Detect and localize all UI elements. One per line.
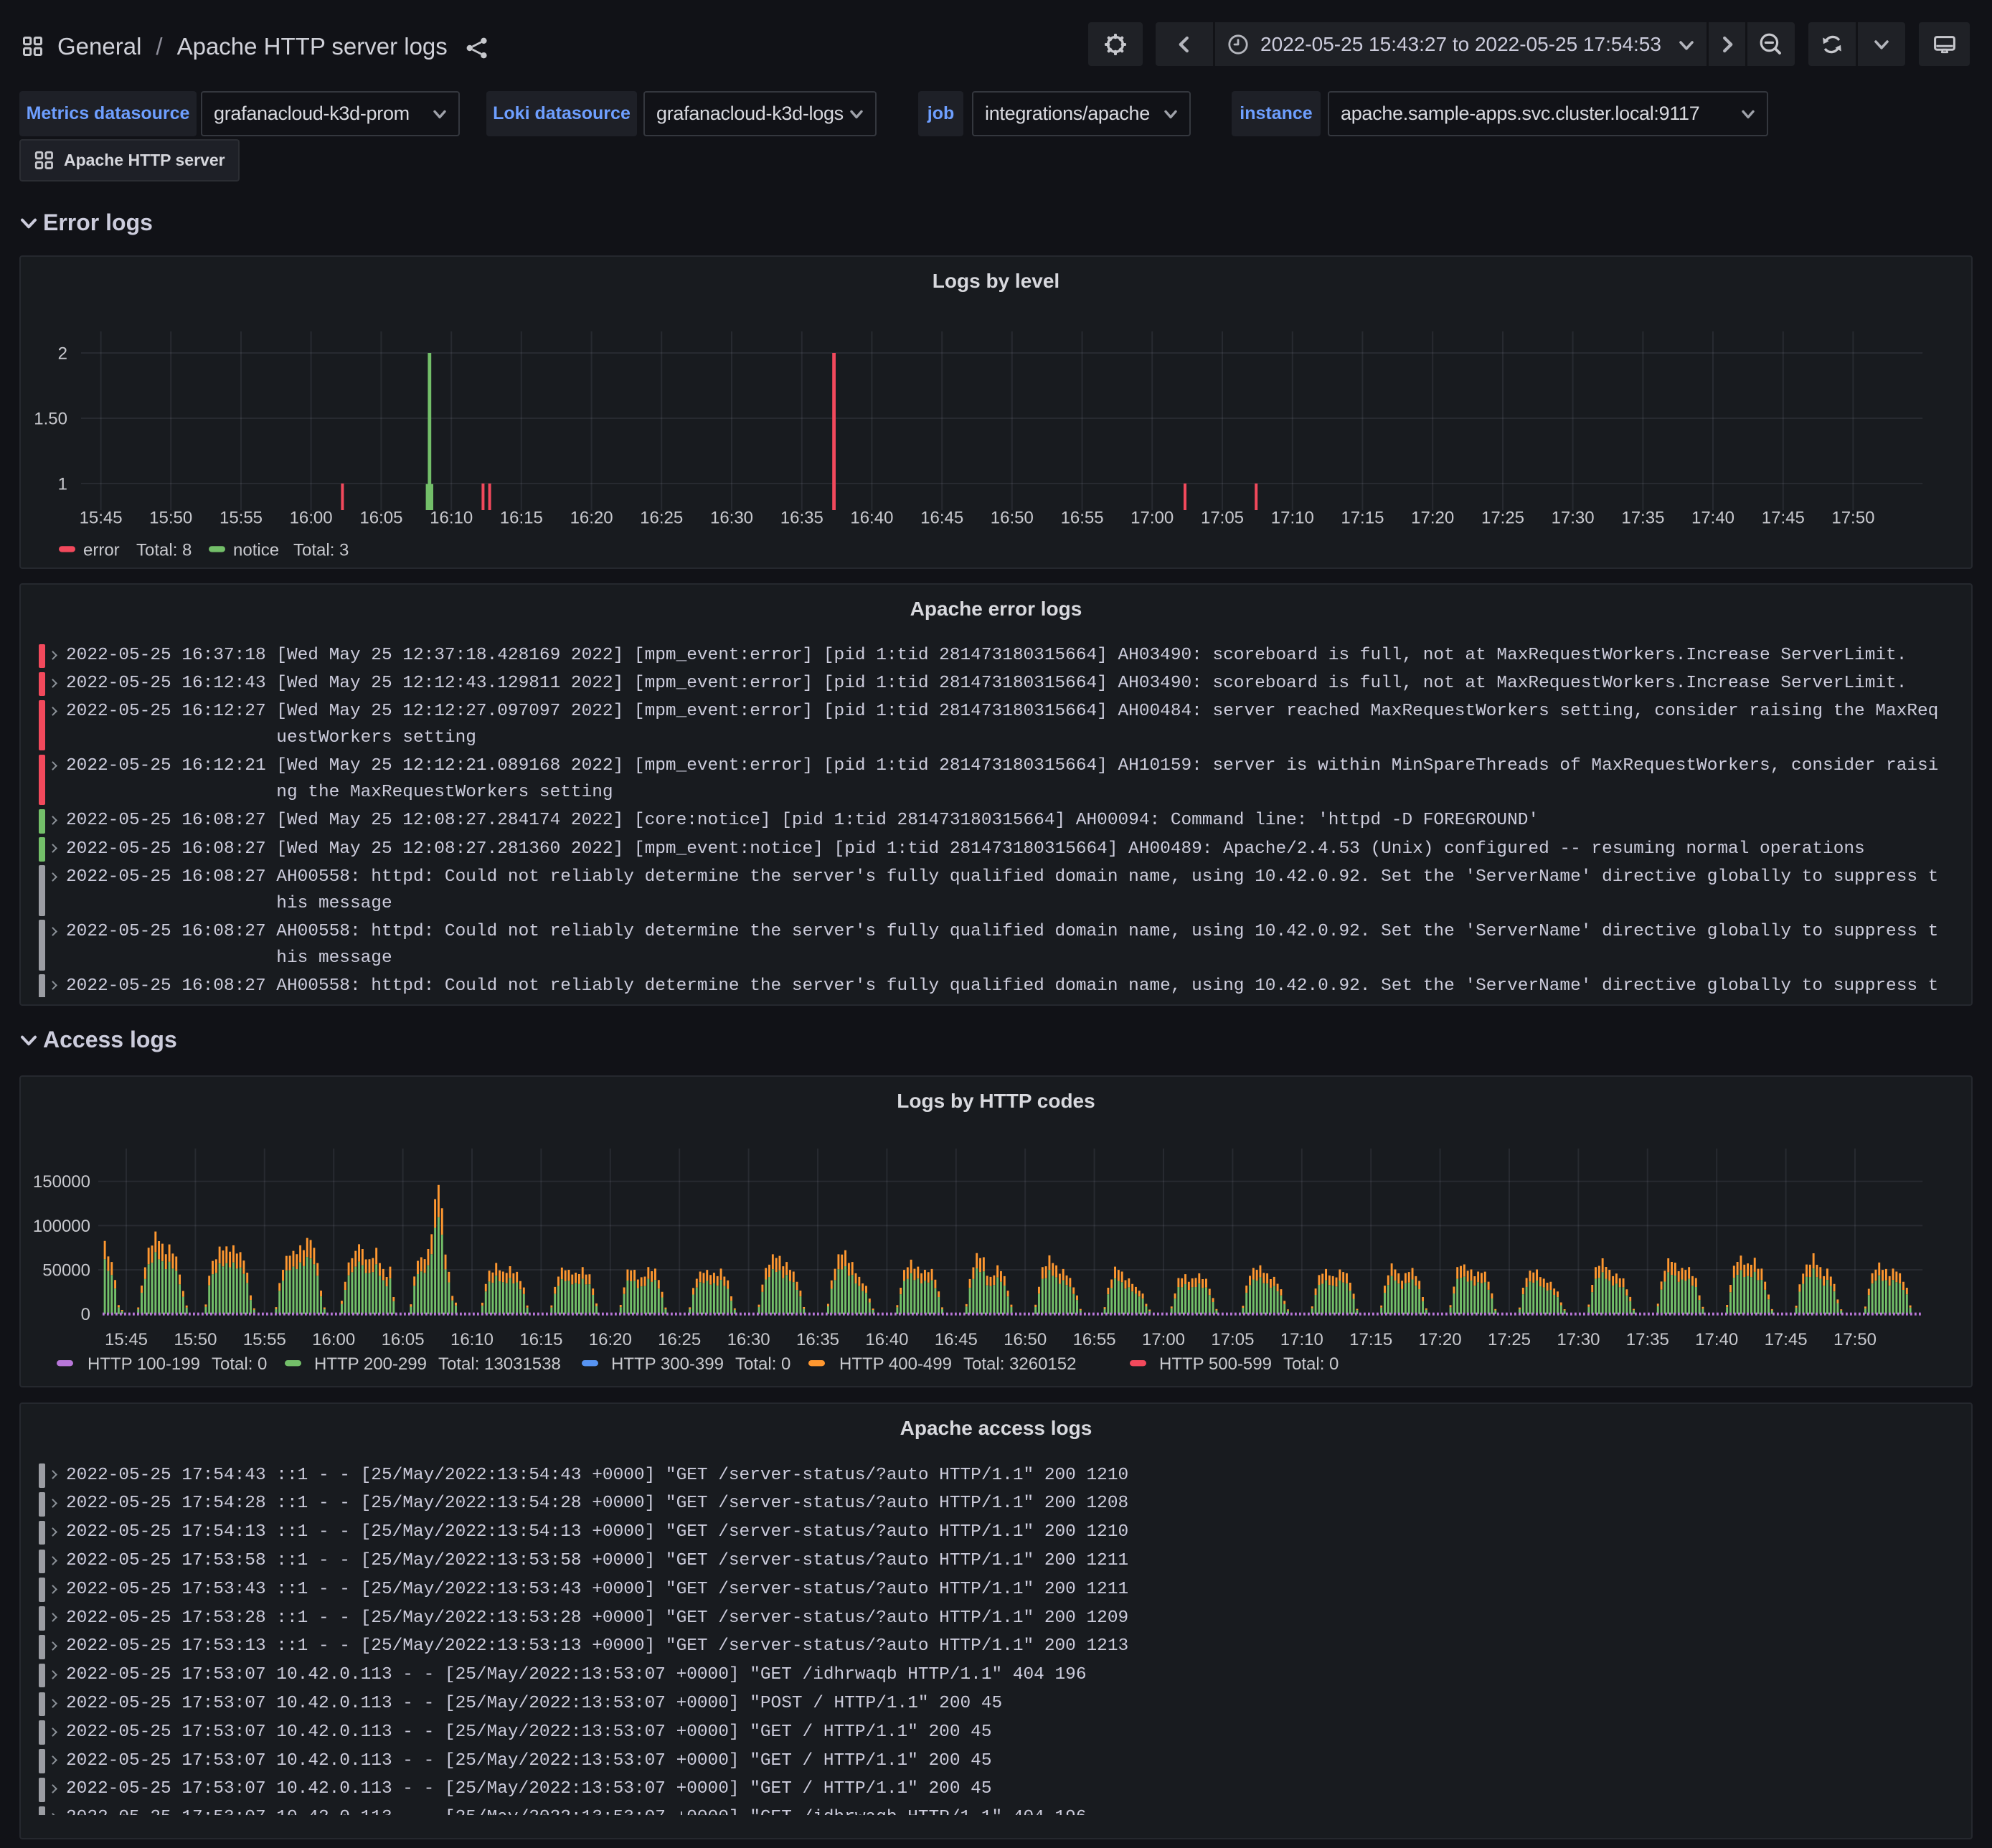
svg-text:16:40: 16:40	[850, 509, 893, 528]
svg-text:16:30: 16:30	[727, 1330, 770, 1349]
svg-text:17:45: 17:45	[1762, 509, 1805, 528]
svg-text:HTTP 400-499: HTTP 400-499	[839, 1354, 952, 1374]
svg-text:17:50: 17:50	[1833, 1330, 1877, 1349]
svg-text:16:15: 16:15	[500, 509, 543, 528]
svg-text:17:35: 17:35	[1621, 509, 1664, 528]
svg-text:error: error	[83, 541, 120, 560]
svg-text:17:30: 17:30	[1557, 1330, 1600, 1349]
svg-text:16:55: 16:55	[1073, 1330, 1116, 1349]
svg-text:16:10: 16:10	[450, 1330, 494, 1349]
svg-text:16:45: 16:45	[935, 1330, 978, 1349]
svg-text:100000: 100000	[33, 1216, 90, 1235]
svg-text:2: 2	[58, 344, 67, 363]
svg-text:17:20: 17:20	[1419, 1330, 1462, 1349]
svg-text:16:35: 16:35	[780, 509, 823, 528]
svg-text:16:05: 16:05	[359, 509, 402, 528]
svg-text:17:10: 17:10	[1280, 1330, 1323, 1349]
svg-text:16:20: 16:20	[589, 1330, 632, 1349]
svg-text:16:55: 16:55	[1061, 509, 1104, 528]
svg-text:Total: 8: Total: 8	[136, 541, 192, 560]
svg-text:Total: 3260152: Total: 3260152	[963, 1354, 1076, 1374]
svg-text:Total: 0: Total: 0	[212, 1354, 267, 1374]
svg-text:17:15: 17:15	[1349, 1330, 1392, 1349]
svg-text:17:25: 17:25	[1481, 509, 1524, 528]
svg-text:15:45: 15:45	[105, 1330, 148, 1349]
svg-text:17:00: 17:00	[1142, 1330, 1185, 1349]
svg-text:16:40: 16:40	[865, 1330, 908, 1349]
svg-text:50000: 50000	[42, 1260, 90, 1280]
svg-text:15:45: 15:45	[80, 509, 123, 528]
svg-text:17:15: 17:15	[1341, 509, 1384, 528]
svg-text:16:00: 16:00	[290, 509, 333, 528]
svg-text:15:50: 15:50	[149, 509, 192, 528]
svg-text:17:20: 17:20	[1411, 509, 1454, 528]
svg-text:15:55: 15:55	[220, 509, 263, 528]
svg-text:150000: 150000	[33, 1172, 90, 1192]
svg-text:17:25: 17:25	[1488, 1330, 1531, 1349]
svg-text:HTTP 500-599: HTTP 500-599	[1159, 1354, 1272, 1374]
svg-text:17:50: 17:50	[1831, 509, 1874, 528]
svg-text:16:30: 16:30	[710, 509, 753, 528]
svg-text:16:25: 16:25	[658, 1330, 701, 1349]
svg-text:16:50: 16:50	[991, 509, 1034, 528]
svg-text:17:45: 17:45	[1765, 1330, 1808, 1349]
svg-text:HTTP 300-399: HTTP 300-399	[611, 1354, 724, 1374]
svg-text:16:05: 16:05	[382, 1330, 425, 1349]
svg-text:17:35: 17:35	[1626, 1330, 1669, 1349]
svg-text:Total: 3: Total: 3	[293, 541, 349, 560]
svg-text:17:30: 17:30	[1552, 509, 1595, 528]
svg-text:HTTP 200-299: HTTP 200-299	[314, 1354, 427, 1374]
svg-text:15:55: 15:55	[243, 1330, 286, 1349]
svg-text:16:25: 16:25	[640, 509, 683, 528]
svg-text:17:40: 17:40	[1691, 509, 1734, 528]
svg-text:16:10: 16:10	[430, 509, 473, 528]
svg-text:0: 0	[81, 1305, 90, 1324]
svg-text:16:20: 16:20	[570, 509, 613, 528]
svg-text:15:50: 15:50	[174, 1330, 217, 1349]
svg-text:16:50: 16:50	[1004, 1330, 1047, 1349]
svg-text:Total: 0: Total: 0	[735, 1354, 790, 1374]
svg-text:notice: notice	[233, 541, 279, 560]
svg-text:1: 1	[58, 474, 67, 494]
svg-text:1.50: 1.50	[34, 409, 67, 428]
svg-text:16:45: 16:45	[920, 509, 963, 528]
svg-text:Total: 13031538: Total: 13031538	[438, 1354, 561, 1374]
svg-text:HTTP 100-199: HTTP 100-199	[88, 1354, 200, 1374]
svg-text:16:00: 16:00	[312, 1330, 355, 1349]
svg-text:Total: 0: Total: 0	[1283, 1354, 1339, 1374]
svg-text:16:35: 16:35	[796, 1330, 839, 1349]
svg-text:17:05: 17:05	[1211, 1330, 1254, 1349]
svg-text:17:10: 17:10	[1271, 509, 1314, 528]
svg-text:17:05: 17:05	[1201, 509, 1244, 528]
svg-text:16:15: 16:15	[519, 1330, 562, 1349]
svg-text:17:00: 17:00	[1130, 509, 1174, 528]
svg-text:17:40: 17:40	[1695, 1330, 1738, 1349]
